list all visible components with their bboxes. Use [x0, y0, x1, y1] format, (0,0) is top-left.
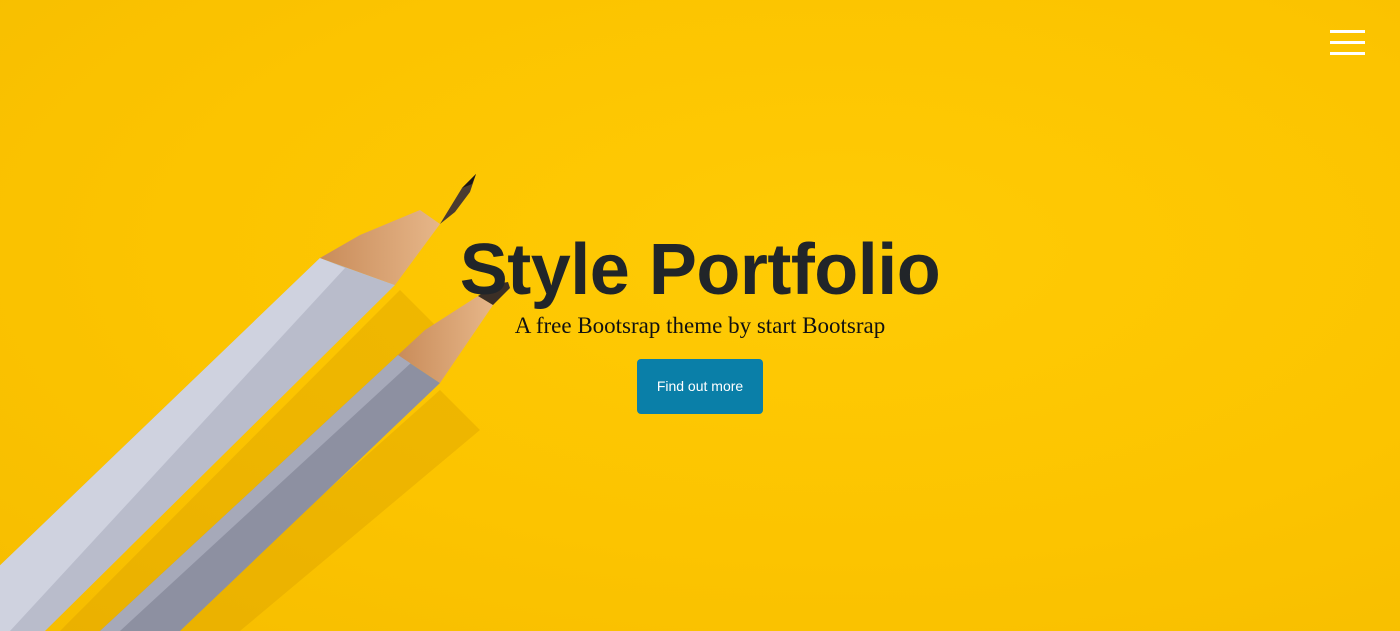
hero-title: Style Portfolio — [459, 230, 941, 310]
hero-content: Style Portfolio A free Bootsrap theme by… — [0, 228, 1400, 414]
menu-toggle-button[interactable] — [1322, 24, 1372, 64]
find-out-more-button[interactable]: Find out more — [636, 359, 764, 414]
hero-section: Style Portfolio A free Bootsrap theme by… — [0, 0, 1400, 631]
hero-subtitle: A free Bootsrap theme by start Bootsrap — [514, 313, 886, 338]
hamburger-menu-icon — [1330, 30, 1365, 55]
